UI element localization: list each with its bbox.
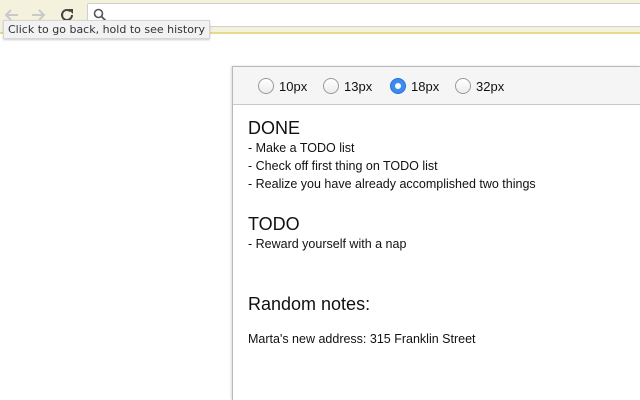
font-size-option-10px[interactable]: 10px bbox=[258, 76, 307, 96]
list-item: - Check off first thing on TODO list bbox=[248, 159, 438, 173]
font-size-option-18px[interactable]: 18px bbox=[390, 76, 439, 96]
notes-heading: Random notes: bbox=[248, 294, 371, 314]
radio-button[interactable] bbox=[258, 78, 274, 94]
note-text: Marta's new address: 315 Franklin Street bbox=[248, 332, 476, 346]
radio-button-selected[interactable] bbox=[390, 78, 406, 94]
font-size-label: 10px bbox=[279, 78, 308, 94]
done-section: DONE - Make a TODO list - Check off firs… bbox=[248, 117, 536, 193]
todo-section: TODO - Reward yourself with a nap bbox=[248, 213, 406, 253]
font-size-label: 13px bbox=[344, 78, 373, 94]
font-size-label: 18px bbox=[411, 78, 440, 94]
font-size-selector: 10px 13px 18px 32px bbox=[233, 67, 640, 105]
list-item: - Reward yourself with a nap bbox=[248, 237, 407, 251]
extension-popup: 10px 13px 18px 32px DONE - Make a TODO l… bbox=[232, 66, 640, 400]
radio-button[interactable] bbox=[323, 78, 339, 94]
font-size-option-32px[interactable]: 32px bbox=[455, 76, 504, 96]
font-size-label: 32px bbox=[476, 78, 505, 94]
font-size-option-13px[interactable]: 13px bbox=[323, 76, 372, 96]
done-heading: DONE bbox=[248, 118, 301, 138]
back-button-tooltip: Click to go back, hold to see history bbox=[3, 20, 210, 39]
todo-heading: TODO bbox=[248, 214, 300, 234]
list-item: - Realize you have already accomplished … bbox=[248, 177, 536, 191]
radio-button[interactable] bbox=[455, 78, 471, 94]
notes-section: Random notes: Marta's new address: 315 F… bbox=[248, 293, 476, 348]
list-item: - Make a TODO list bbox=[248, 141, 355, 155]
